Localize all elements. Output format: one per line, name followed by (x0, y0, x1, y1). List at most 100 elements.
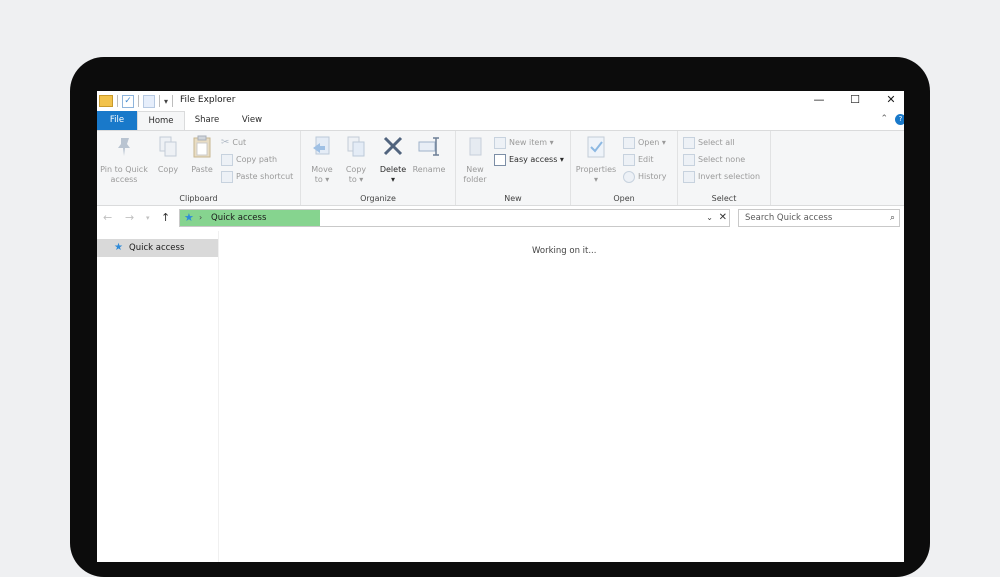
back-arrow-icon[interactable]: ← (103, 211, 112, 225)
pin-icon (118, 138, 130, 156)
select-none-icon (683, 154, 695, 166)
open-group: Properties ▾ Open ▾ Edit History Open (571, 131, 678, 205)
tab-view[interactable]: View (231, 111, 273, 130)
divider (159, 95, 160, 107)
up-arrow-icon[interactable]: ↑ (161, 211, 170, 225)
star-icon: ★ (114, 242, 123, 253)
invert-selection-label: Invert selection (698, 172, 761, 181)
edit-label: Edit (638, 155, 654, 164)
help-icon[interactable]: ? (895, 114, 904, 125)
new-folder-button[interactable]: New folder (458, 135, 492, 185)
delete-button[interactable]: Delete ▾ (377, 135, 409, 185)
file-explorer-window: ✓ ▾ File Explorer — ☐ ✕ File Home Share … (97, 91, 904, 562)
divider (172, 95, 174, 107)
open-button[interactable]: Open ▾ (623, 136, 666, 150)
delete-label-1: Delete (379, 165, 407, 174)
maximize-button[interactable]: ☐ (837, 91, 873, 109)
paste-shortcut-icon (221, 171, 233, 183)
move-to-icon (313, 136, 330, 155)
copy-label: Copy (157, 165, 179, 174)
invert-selection-icon (683, 171, 695, 183)
move-to-label-2: to ▾ (314, 175, 330, 184)
select-none-label: Select none (698, 155, 746, 164)
close-button[interactable]: ✕ (873, 91, 904, 109)
clipboard-group: Pin to Quick access Copy Paste ✂ Cut Cop… (97, 131, 301, 205)
window-title: File Explorer (180, 95, 236, 105)
pin-label-2: access (110, 175, 138, 184)
new-item-button[interactable]: New item ▾ (494, 136, 554, 150)
easy-access-button[interactable]: Easy access ▾ (494, 153, 564, 167)
minimize-button[interactable]: — (801, 91, 837, 109)
title-bar: ✓ ▾ File Explorer — ☐ ✕ (97, 91, 904, 111)
search-input[interactable]: Search Quick access ⌕ (738, 209, 900, 227)
nav-item-label: Quick access (129, 243, 185, 253)
scissors-icon: ✂ (221, 137, 230, 148)
open-label: Open ▾ (638, 138, 666, 147)
delete-label-2: ▾ (390, 175, 395, 184)
invert-selection-button[interactable]: Invert selection (683, 170, 760, 184)
select-all-button[interactable]: Select all (683, 136, 735, 150)
properties-icon[interactable]: ✓ (122, 94, 134, 108)
copy-path-label: Copy path (236, 155, 278, 164)
copy-path-icon (221, 154, 233, 166)
copy-path-button[interactable]: Copy path (221, 153, 277, 167)
navigation-bar: ← → ▾ ↑ ★ › Quick access ⌄ ✕ Search Quic… (97, 205, 904, 231)
move-to-button[interactable]: Move to ▾ (306, 135, 338, 185)
collapse-ribbon-icon[interactable]: ⌃ (880, 114, 888, 124)
delete-x-icon (383, 136, 403, 156)
rename-button[interactable]: Rename (411, 135, 447, 175)
stop-icon[interactable]: ✕ (719, 210, 727, 226)
tab-share[interactable]: Share (187, 111, 227, 130)
address-bar[interactable]: ★ › Quick access ⌄ ✕ (179, 209, 730, 227)
history-icon (623, 171, 635, 183)
new-item-label: New item ▾ (509, 138, 554, 147)
select-all-icon (683, 137, 695, 149)
properties-button[interactable]: Properties ▾ (573, 135, 619, 185)
copy-button[interactable]: Copy (153, 135, 183, 175)
ribbon-tabs: File Home Share View ⌃ ? (97, 111, 904, 130)
properties-label-1: Properties (575, 165, 617, 174)
cut-label: Cut (232, 138, 247, 147)
quick-access-toolbar: ✓ ▾ (99, 93, 174, 109)
paste-shortcut-button[interactable]: Paste shortcut (221, 170, 293, 184)
copy-to-label-2: to ▾ (348, 175, 364, 184)
nav-item-quick-access[interactable]: ★ Quick access (97, 239, 218, 257)
recent-locations-icon[interactable]: ▾ (146, 211, 150, 225)
star-icon: ★ (184, 211, 194, 224)
select-none-button[interactable]: Select none (683, 153, 745, 167)
loading-status: Working on it... (532, 246, 597, 256)
breadcrumb[interactable]: Quick access (211, 210, 266, 226)
select-all-label: Select all (698, 138, 735, 147)
divider (117, 95, 118, 107)
new-folder-label-2: folder (463, 175, 487, 184)
properties-check-icon (587, 136, 605, 158)
edit-button[interactable]: Edit (623, 153, 654, 167)
copy-to-button[interactable]: Copy to ▾ (340, 135, 372, 185)
search-icon[interactable]: ⌕ (890, 210, 895, 226)
easy-access-icon (494, 154, 506, 166)
copy-to-label-1: Copy (345, 165, 367, 174)
tab-home[interactable]: Home (137, 111, 185, 130)
cut-button[interactable]: ✂ Cut (221, 136, 246, 150)
address-dropdown-icon[interactable]: ⌄ (706, 210, 713, 226)
search-placeholder: Search Quick access (745, 213, 833, 223)
paste-button[interactable]: Paste (187, 135, 217, 175)
new-folder-icon[interactable] (143, 94, 155, 108)
ribbon: Pin to Quick access Copy Paste ✂ Cut Cop… (97, 130, 904, 206)
tab-file[interactable]: File (97, 111, 137, 130)
select-group: Select all Select none Invert selection … (678, 131, 771, 205)
customize-toolbar-icon[interactable]: ▾ (164, 97, 168, 106)
breadcrumb-chevron-icon[interactable]: › (199, 210, 202, 226)
forward-arrow-icon[interactable]: → (125, 211, 134, 225)
copy-to-icon (347, 136, 365, 157)
new-item-icon (494, 137, 506, 149)
move-to-label-1: Move (311, 165, 333, 174)
folder-icon (469, 137, 482, 156)
history-button[interactable]: History (623, 170, 666, 184)
pin-to-quick-access-button[interactable]: Pin to Quick access (98, 135, 150, 185)
organize-group-label: Organize (360, 194, 396, 203)
rename-label: Rename (412, 165, 446, 174)
easy-access-label: Easy access ▾ (509, 155, 564, 164)
organize-group: Move to ▾ Copy to ▾ Delete ▾ Rename Orga… (301, 131, 456, 205)
open-group-label: Open (613, 194, 635, 203)
